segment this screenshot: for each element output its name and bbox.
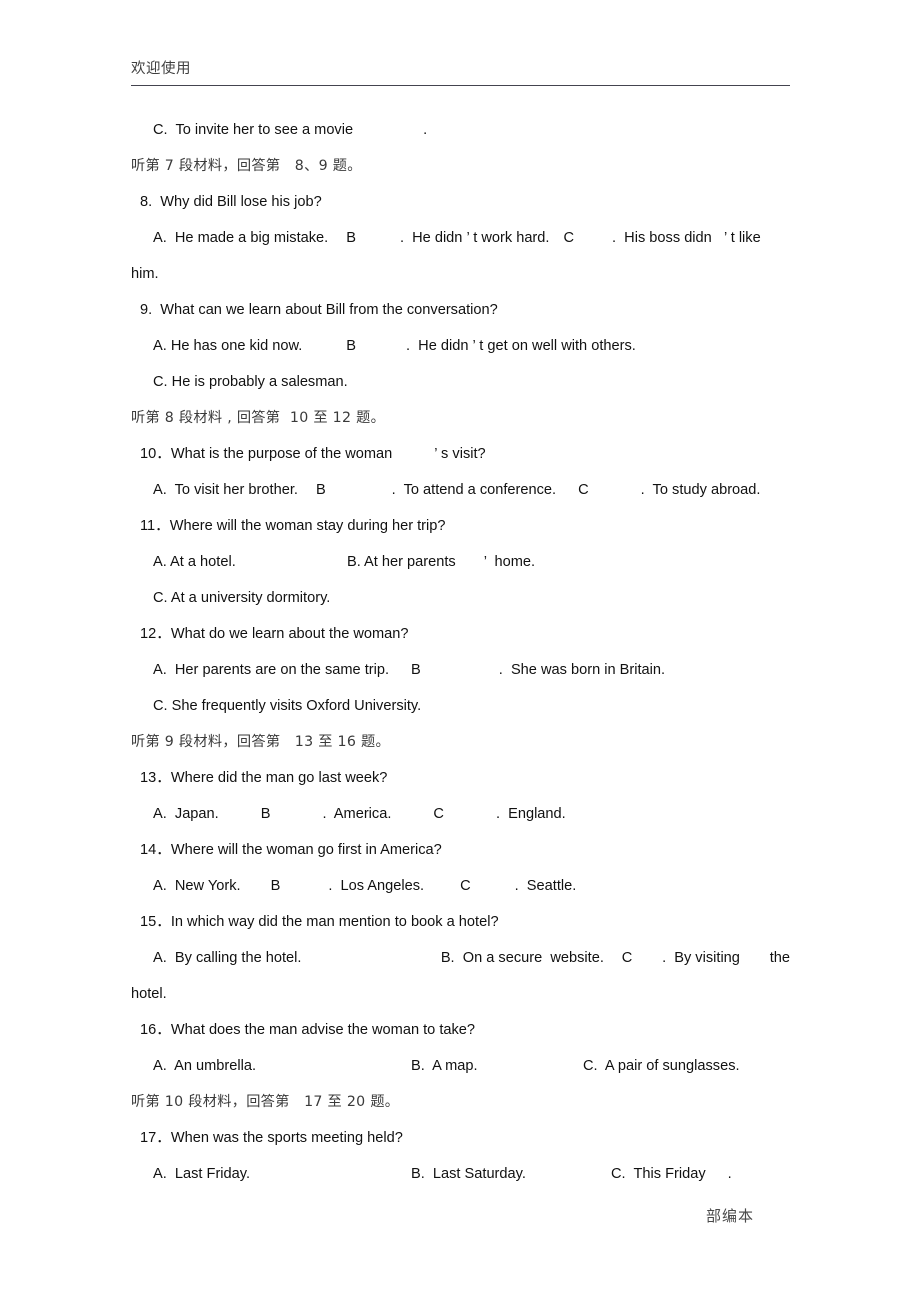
option-a: A. Her parents are on the same trip. xyxy=(153,661,390,678)
question-15-option-continuation: hotel. xyxy=(131,985,167,1002)
listening-instruction: 听第 7 段材料，回答第 8、9 题。 xyxy=(131,157,362,174)
option-a: A. Japan. xyxy=(153,805,219,822)
option-c: C. A pair of sunglasses. xyxy=(583,1057,740,1074)
option-c-tail: the xyxy=(769,949,790,966)
question-13-options: A. Japan. B . America. C . England. xyxy=(131,796,790,832)
header-title: 欢迎使用 xyxy=(131,61,191,77)
question-16: 16．What does the man advise the woman to… xyxy=(140,1021,476,1038)
option-c-letter: C xyxy=(460,877,471,894)
option-b: . She was born in Britain. xyxy=(498,661,666,678)
option-b-letter: B xyxy=(260,805,271,822)
question-15-options: A. By calling the hotel. B. On a secure w… xyxy=(131,940,790,976)
question-8-option-continuation: him. xyxy=(131,265,159,282)
option-b-letter: B xyxy=(411,661,421,678)
question-11-options: A. At a hotel. B. At her parents ’ home. xyxy=(131,544,790,580)
option-c: . England. xyxy=(495,805,566,822)
question-text-tail: ’ s visit? xyxy=(434,445,486,462)
option-b-tail: ’ home. xyxy=(483,553,536,570)
option-a: A. He has one kid now. xyxy=(153,337,303,354)
question-12-options: A. Her parents are on the same trip. B . S… xyxy=(131,652,790,688)
option-a: A. By calling the hotel. xyxy=(153,949,302,966)
option-b: B. At her parents xyxy=(347,553,456,570)
question-10-options: A. To visit her brother. B . To attend a c… xyxy=(131,472,790,508)
option-a: A. At a hotel. xyxy=(153,553,236,570)
question-17-options: A. Last Friday. B. Last Saturday. C. This … xyxy=(131,1156,790,1192)
option-b-letter: B xyxy=(315,481,326,498)
option-b: . Los Angeles. xyxy=(328,877,425,894)
question-11: 11．Where will the woman stay during her … xyxy=(140,517,446,534)
question-13: 13．Where did the man go last week? xyxy=(140,769,388,786)
option-b: B. On a secure website. xyxy=(440,949,604,966)
option-c-letter: C xyxy=(563,229,575,246)
option-c-letter: C xyxy=(433,805,444,822)
option-c-tail: . xyxy=(727,1165,732,1182)
option-c: . By visiting xyxy=(662,949,740,966)
option-c: . To study abroad. xyxy=(640,481,761,498)
option-b: B. A map. xyxy=(411,1057,478,1074)
page-header: 欢迎使用 xyxy=(131,61,790,86)
option-b-letter: B xyxy=(346,229,356,246)
question-17: 17．When was the sports meeting held? xyxy=(140,1129,403,1146)
question-text: 10．What is the purpose of the woman xyxy=(140,445,393,462)
question-15: 15．In which way did the man mention to b… xyxy=(140,913,499,930)
listening-instruction: 听第 8 段材料 , 回答第 10 至 12 题。 xyxy=(131,409,386,426)
option-b: B. Last Saturday. xyxy=(411,1165,526,1182)
question-9-options: A. He has one kid now. B . He didn ’ t get… xyxy=(131,328,790,364)
question-14-options: A. New York. B . Los Angeles. C . Seattle. xyxy=(131,868,790,904)
question-8-options: A. He made a big mistake. B . He didn ’ t … xyxy=(131,220,790,256)
question-12-option-c: C. She frequently visits Oxford Universi… xyxy=(153,697,422,714)
question-11-option-c: C. At a university dormitory. xyxy=(153,589,331,606)
option-b: . To attend a conference. xyxy=(391,481,557,498)
document-body: C. To invite her to see a movie. 听第 7 段材… xyxy=(131,112,790,1192)
option-c-letter: C xyxy=(621,949,633,966)
option-b: . He didn ’ t work hard. xyxy=(399,229,550,246)
option-a: A. New York. xyxy=(153,877,241,894)
option-c-letter: C xyxy=(578,481,589,498)
question-8: 8. Why did Bill lose his job? xyxy=(140,193,322,210)
option-a: A. An umbrella. xyxy=(153,1057,257,1074)
question-9-option-c: C. He is probably a salesman. xyxy=(153,373,348,390)
option-trailing-period: . xyxy=(423,121,428,138)
listening-instruction: 听第 10 段材料，回答第 17 至 20 题。 xyxy=(131,1093,400,1110)
option-c: C. This Friday xyxy=(611,1165,706,1182)
header-divider xyxy=(131,84,790,86)
option-a: A. Last Friday. xyxy=(153,1165,251,1182)
option-a: A. He made a big mistake. xyxy=(153,229,329,246)
option-line: C. To invite her to see a movie. xyxy=(131,112,790,148)
option-b-letter: B xyxy=(346,337,357,354)
option-a: A. To visit her brother. xyxy=(153,481,298,498)
document-page: 欢迎使用 C. To invite her to see a movie. 听第… xyxy=(0,0,920,1303)
option-b: . America. xyxy=(322,805,392,822)
option-b-letter: B xyxy=(270,877,281,894)
question-10: 10．What is the purpose of the woman ’ s v… xyxy=(131,436,790,472)
option-c: . Seattle. xyxy=(514,877,577,894)
option-text: C. To invite her to see a movie xyxy=(153,121,354,138)
question-16-options: A. An umbrella. B. A map. C. A pair of sun… xyxy=(131,1048,790,1084)
option-c: . His boss didn ’ t like xyxy=(612,229,761,246)
listening-instruction: 听第 9 段材料，回答第 13 至 16 题。 xyxy=(131,733,390,750)
question-9: 9. What can we learn about Bill from the… xyxy=(140,301,498,318)
footer-watermark: 部编本 xyxy=(706,1207,755,1225)
question-14: 14．Where will the woman go first in Amer… xyxy=(140,841,442,858)
option-b: . He didn ’ t get on well with others. xyxy=(406,337,636,354)
question-12: 12．What do we learn about the woman? xyxy=(140,625,409,642)
